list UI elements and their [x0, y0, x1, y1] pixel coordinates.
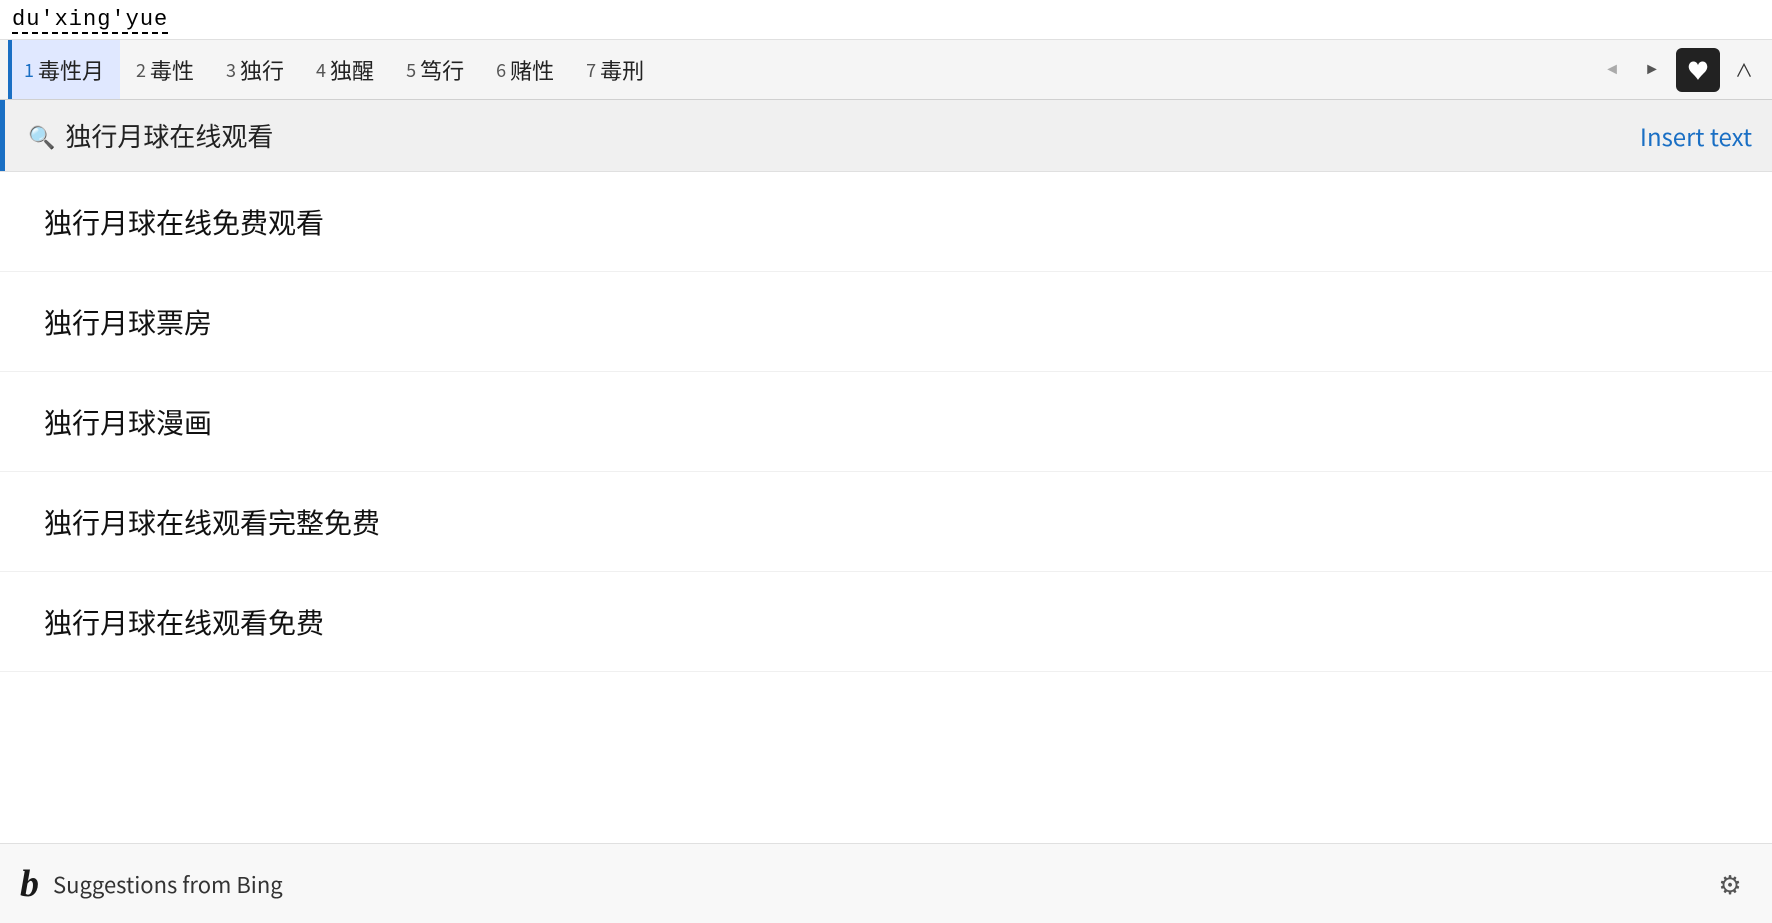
search-icon: 🔍	[28, 120, 55, 152]
ime-input-text[interactable]: du'xing'yue	[12, 7, 168, 34]
suggestion-item[interactable]: 独行月球在线观看免费	[0, 572, 1772, 672]
suggestion-item[interactable]: 独行月球在线免费观看	[0, 172, 1772, 272]
candidate-label: 独行	[240, 54, 284, 86]
candidate-number: 4	[316, 57, 326, 83]
prev-page-button[interactable]: ◄	[1592, 50, 1632, 90]
suggestions-from-bing-label: Suggestions from Bing	[53, 868, 1708, 900]
heart-icon: ♥	[1687, 54, 1709, 86]
collapse-button[interactable]: ∧	[1724, 50, 1764, 90]
candidate-label: 毒性月	[38, 54, 104, 86]
candidate-item-7[interactable]: 7毒刑	[570, 40, 660, 99]
search-accent	[0, 100, 5, 171]
candidate-label: 毒性	[150, 54, 194, 86]
candidate-item-4[interactable]: 4独醒	[300, 40, 390, 99]
settings-button[interactable]: ⚙	[1708, 862, 1752, 906]
candidate-item-6[interactable]: 6赌性	[480, 40, 570, 99]
candidate-label: 毒刑	[600, 54, 644, 86]
nav-buttons: ◄ ► ♥ ∧	[1592, 48, 1764, 92]
insert-text-button[interactable]: Insert text	[1640, 118, 1752, 153]
favorites-button[interactable]: ♥	[1676, 48, 1720, 92]
suggestion-item[interactable]: 独行月球漫画	[0, 372, 1772, 472]
next-page-button[interactable]: ►	[1632, 50, 1672, 90]
footer-bar: b Suggestions from Bing ⚙	[0, 843, 1772, 923]
candidate-item-1[interactable]: 1毒性月	[8, 40, 120, 99]
candidate-number: 2	[136, 57, 146, 83]
candidate-label: 笃行	[420, 54, 464, 86]
suggestions-list: 独行月球在线免费观看独行月球票房独行月球漫画独行月球在线观看完整免费独行月球在线…	[0, 172, 1772, 672]
candidates-bar: 1毒性月2毒性3独行4独醒5笃行6赌性7毒刑 ◄ ► ♥ ∧	[0, 40, 1772, 100]
candidate-item-5[interactable]: 5笃行	[390, 40, 480, 99]
candidate-item-3[interactable]: 3独行	[210, 40, 300, 99]
selected-indicator	[8, 40, 12, 99]
candidate-item-2[interactable]: 2毒性	[120, 40, 210, 99]
suggestion-item[interactable]: 独行月球票房	[0, 272, 1772, 372]
search-bar: 🔍 独行月球在线观看 Insert text	[0, 100, 1772, 172]
candidate-label: 独醒	[330, 54, 374, 86]
candidate-number: 7	[586, 57, 596, 83]
candidate-number: 5	[406, 57, 416, 83]
ime-input-area: du'xing'yue	[0, 0, 1772, 40]
search-query[interactable]: 独行月球在线观看	[65, 117, 1640, 154]
candidate-number: 3	[226, 57, 236, 83]
candidate-label: 赌性	[510, 54, 554, 86]
candidate-number: 1	[24, 57, 34, 83]
candidate-number: 6	[496, 57, 506, 83]
bing-logo-icon: b	[20, 862, 39, 906]
suggestion-item[interactable]: 独行月球在线观看完整免费	[0, 472, 1772, 572]
